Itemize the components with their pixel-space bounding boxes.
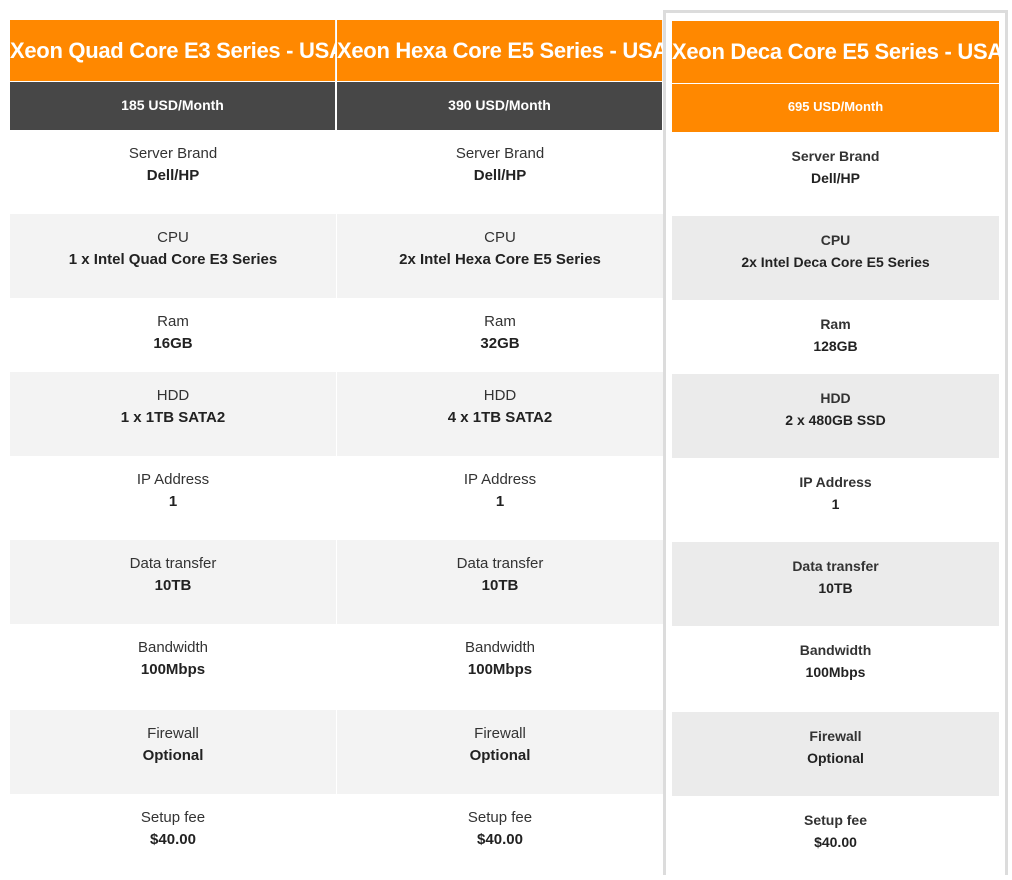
feature-label: Server Brand [672,145,999,167]
feature-value: $40.00 [672,831,999,853]
feature-label: Data transfer [337,553,663,575]
plan-price: 185 USD/Month [10,82,336,130]
feature-value: Optional [672,747,999,769]
feature-value: $40.00 [10,829,336,851]
feature-data-transfer: Data transfer 10TB [337,540,663,624]
feature-value: 2 x 480GB SSD [672,409,999,431]
feature-label: Bandwidth [337,637,663,659]
feature-value: 1 [337,491,663,513]
feature-bandwidth: Bandwidth 100Mbps [672,626,999,712]
feature-label: Bandwidth [10,637,336,659]
feature-ip-address: IP Address 1 [672,458,999,542]
feature-label: Ram [337,311,663,333]
feature-bandwidth: Bandwidth 100Mbps [10,624,336,710]
feature-firewall: Firewall Optional [10,710,336,794]
feature-value: Dell/HP [672,167,999,189]
feature-value: 1 x Intel Quad Core E3 Series [10,249,336,271]
plan-title: Xeon Hexa Core E5 Series - USA [337,20,663,81]
plan-title: Xeon Quad Core E3 Series - USA [10,20,336,81]
feature-label: Setup fee [10,807,336,829]
feature-value: 2x Intel Deca Core E5 Series [672,251,999,273]
feature-ip-address: IP Address 1 [10,456,336,540]
pricing-column-hexa-core: Xeon Hexa Core E5 Series - USA 390 USD/M… [337,0,663,875]
feature-label: CPU [10,227,336,249]
feature-label: Firewall [10,723,336,745]
feature-value: 2x Intel Hexa Core E5 Series [337,249,663,271]
feature-label: Ram [10,311,336,333]
feature-label: IP Address [337,469,663,491]
feature-ip-address: IP Address 1 [337,456,663,540]
feature-value: 128GB [672,335,999,357]
feature-cpu: CPU 2x Intel Hexa Core E5 Series [337,214,663,298]
feature-value: Optional [337,745,663,767]
feature-setup-fee: Setup fee $40.00 [337,794,663,878]
feature-label: Data transfer [672,555,999,577]
feature-firewall: Firewall Optional [672,712,999,796]
feature-label: IP Address [672,471,999,493]
feature-label: HDD [10,385,336,407]
feature-ram: Ram 128GB [672,300,999,374]
feature-label: Ram [672,313,999,335]
feature-value: $40.00 [337,829,663,851]
feature-server-brand: Server Brand Dell/HP [337,130,663,214]
feature-label: Setup fee [672,809,999,831]
feature-label: IP Address [10,469,336,491]
feature-setup-fee: Setup fee $40.00 [672,796,999,880]
feature-label: Setup fee [337,807,663,829]
feature-value: Optional [10,745,336,767]
feature-server-brand: Server Brand Dell/HP [672,132,999,216]
feature-value: 100Mbps [672,661,999,683]
feature-value: 32GB [337,333,663,355]
feature-value: 10TB [10,575,336,597]
feature-hdd: HDD 2 x 480GB SSD [672,374,999,458]
feature-label: Firewall [672,725,999,747]
feature-cpu: CPU 2x Intel Deca Core E5 Series [672,216,999,300]
feature-data-transfer: Data transfer 10TB [672,542,999,626]
feature-firewall: Firewall Optional [337,710,663,794]
feature-label: Server Brand [337,143,663,165]
feature-data-transfer: Data transfer 10TB [10,540,336,624]
plan-price: 695 USD/Month [672,84,999,132]
feature-label: CPU [337,227,663,249]
feature-value: 10TB [672,577,999,599]
feature-bandwidth: Bandwidth 100Mbps [337,624,663,710]
feature-value: 4 x 1TB SATA2 [337,407,663,429]
plan-price: 390 USD/Month [337,82,663,130]
feature-hdd: HDD 4 x 1TB SATA2 [337,372,663,456]
feature-label: Data transfer [10,553,336,575]
pricing-column-quad-core: Xeon Quad Core E3 Series - USA 185 USD/M… [10,0,336,875]
feature-value: 16GB [10,333,336,355]
feature-label: HDD [672,387,999,409]
feature-label: HDD [337,385,663,407]
feature-value: 100Mbps [10,659,336,681]
plan-title: Xeon Deca Core E5 Series - USA [672,21,999,83]
feature-cpu: CPU 1 x Intel Quad Core E3 Series [10,214,336,298]
feature-value: 10TB [337,575,663,597]
feature-value: 1 x 1TB SATA2 [10,407,336,429]
feature-hdd: HDD 1 x 1TB SATA2 [10,372,336,456]
feature-value: 1 [10,491,336,513]
feature-label: Server Brand [10,143,336,165]
feature-label: CPU [672,229,999,251]
feature-value: 1 [672,493,999,515]
feature-value: Dell/HP [10,165,336,187]
feature-label: Firewall [337,723,663,745]
feature-server-brand: Server Brand Dell/HP [10,130,336,214]
feature-ram: Ram 16GB [10,298,336,372]
feature-value: Dell/HP [337,165,663,187]
feature-ram: Ram 32GB [337,298,663,372]
feature-setup-fee: Setup fee $40.00 [10,794,336,878]
pricing-column-deca-core-featured: Xeon Deca Core E5 Series - USA 695 USD/M… [663,10,1008,875]
feature-label: Bandwidth [672,639,999,661]
feature-value: 100Mbps [337,659,663,681]
